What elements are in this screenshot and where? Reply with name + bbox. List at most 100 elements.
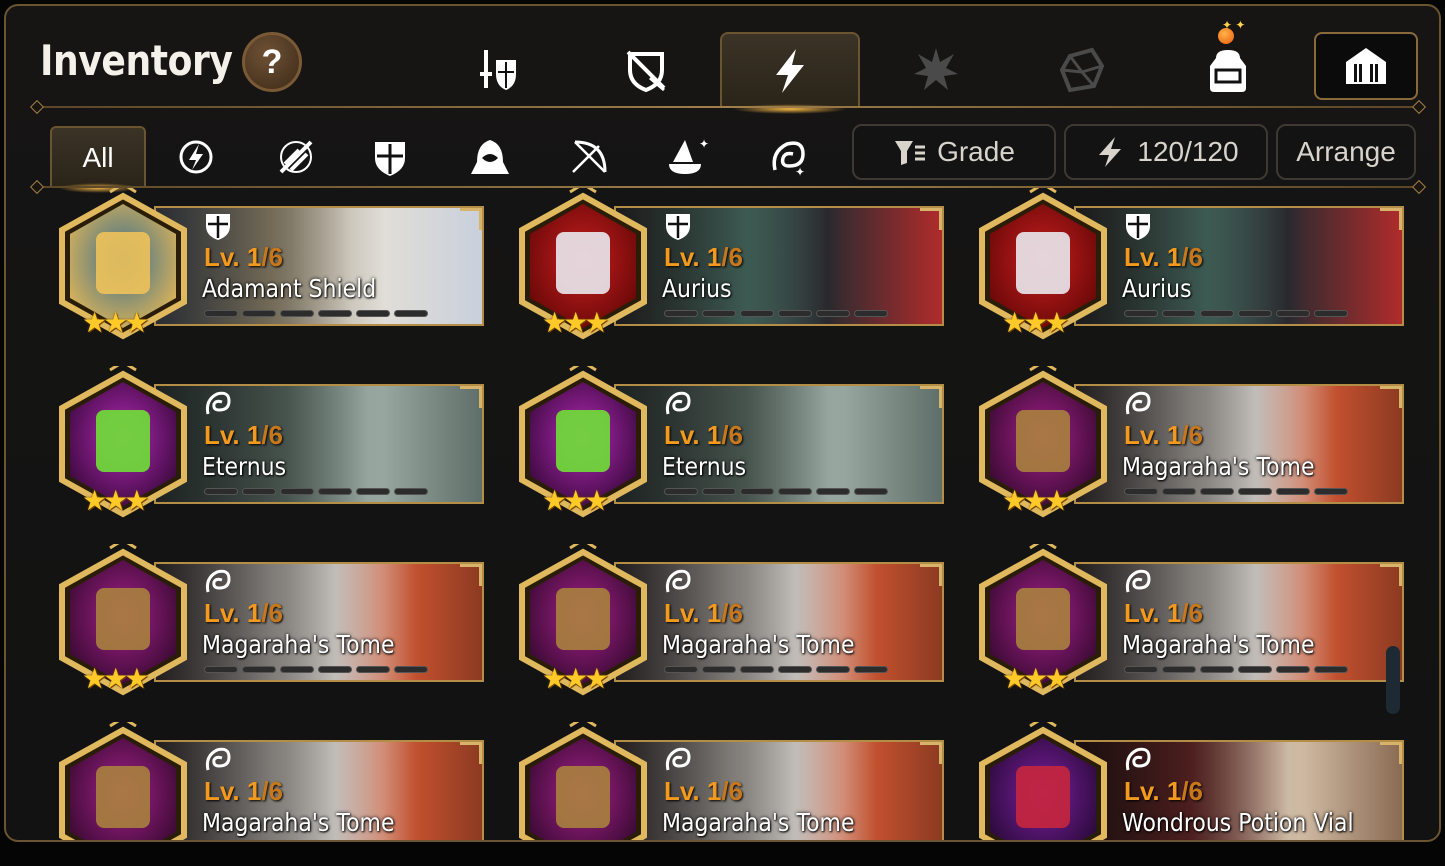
enhance-progress	[664, 310, 888, 317]
item-portrait	[514, 716, 652, 840]
filter-thief[interactable]	[442, 126, 538, 188]
item-card[interactable]: Lv. 1/6 Eternus ★★★	[514, 360, 946, 522]
arrange-button[interactable]: Arrange	[1276, 124, 1416, 180]
item-level: Lv. 1/6	[1124, 242, 1204, 272]
item-card[interactable]: Lv. 1/6 Eternus ★★★	[54, 360, 486, 522]
corner-ornament	[920, 742, 942, 764]
soul-weaver-icon: ✦	[772, 141, 805, 178]
soul-weaver-icon	[665, 391, 691, 415]
tab-artifacts[interactable]	[720, 32, 860, 114]
burst-icon	[914, 48, 958, 90]
enhance-progress	[204, 310, 428, 317]
star-rating: ★★★	[82, 663, 149, 694]
knight-icon	[666, 214, 690, 240]
item-level: Lv. 1/6	[204, 598, 284, 628]
filter-icon	[895, 141, 926, 165]
item-card[interactable]: Lv. 1/6 Magaraha's Tome ★★★	[974, 538, 1406, 700]
capacity-button[interactable]: 120/120	[1064, 124, 1268, 180]
item-card[interactable]: Lv. 1/6 Magaraha's Tome ★★★	[974, 360, 1406, 522]
filter-knight[interactable]	[342, 126, 438, 188]
corner-ornament	[460, 564, 482, 586]
item-level: Lv. 1/6	[664, 776, 744, 806]
item-level: Lv. 1/6	[1124, 420, 1204, 450]
thief-icon	[471, 140, 509, 174]
item-name: Magaraha's Tome	[1122, 630, 1315, 659]
soul-weaver-icon	[205, 391, 231, 415]
item-card[interactable]: Lv. 1/6 Magaraha's Tome ★★★	[54, 716, 486, 840]
scrollbar-thumb[interactable]	[1386, 646, 1400, 714]
filter-ranger[interactable]	[542, 126, 638, 188]
page-title: Inventory	[40, 36, 233, 85]
star-rating: ★★★	[542, 485, 609, 516]
item-level: Lv. 1/6	[1124, 776, 1204, 806]
filter-all[interactable]: All	[50, 126, 146, 193]
soul-weaver-icon	[665, 569, 691, 593]
item-name: Aurius	[662, 274, 732, 303]
enhance-progress	[1124, 488, 1348, 495]
mage-icon: ✦	[669, 137, 709, 174]
corner-ornament	[460, 208, 482, 230]
sparkle-icon: ✦ ✦	[1222, 18, 1246, 32]
item-name: Magaraha's Tome	[202, 630, 395, 659]
item-card[interactable]: Lv. 1/6 Aurius ★★★	[514, 182, 946, 344]
enhance-progress	[204, 488, 428, 495]
item-name: Magaraha's Tome	[662, 808, 855, 837]
corner-ornament	[460, 742, 482, 764]
corner-ornament	[1380, 564, 1402, 586]
item-level: Lv. 1/6	[204, 776, 284, 806]
filter-warrior[interactable]	[248, 126, 344, 188]
storage-button[interactable]	[1314, 32, 1418, 100]
item-name: Aurius	[1122, 274, 1192, 303]
ranger-icon	[572, 140, 607, 173]
soul-weaver-icon	[1125, 747, 1151, 771]
item-name: Magaraha's Tome	[662, 630, 855, 659]
filter-all-classes[interactable]	[148, 126, 244, 188]
corner-ornament	[1380, 208, 1402, 230]
item-card[interactable]: Lv. 1/6 Magaraha's Tome ★★★	[54, 538, 486, 700]
star-rating: ★★★	[542, 840, 605, 842]
crystal-icon	[1059, 47, 1105, 93]
item-card[interactable]: Lv. 1/6 Magaraha's Tome ★★★	[514, 538, 946, 700]
enhance-progress	[1124, 666, 1348, 673]
svg-text:✦: ✦	[699, 137, 709, 151]
soul-weaver-icon	[1125, 391, 1151, 415]
tab-catalysts[interactable]	[1012, 32, 1152, 108]
soul-weaver-icon	[205, 747, 231, 771]
knight-icon	[1126, 214, 1150, 240]
item-card[interactable]: Lv. 1/6 Adamant Shield ★★★	[54, 182, 486, 344]
crossed-shield-icon	[626, 50, 666, 93]
item-card[interactable]: Lv. 1/6 Wondrous Potion Vial ★★★	[974, 716, 1406, 842]
item-level: Lv. 1/6	[664, 420, 744, 450]
star-rating: ★★★	[82, 307, 149, 338]
capacity-label: 120/120	[1137, 136, 1239, 167]
item-name: Magaraha's Tome	[1122, 452, 1315, 481]
star-rating: ★★★	[1002, 485, 1069, 516]
item-portrait	[54, 716, 192, 840]
enhance-progress	[664, 666, 888, 673]
star-rating: ★★★	[1002, 840, 1065, 842]
lightning-icon	[776, 49, 804, 93]
filter-soul-weaver[interactable]: ✦	[740, 126, 836, 188]
item-level: Lv. 1/6	[664, 598, 744, 628]
tab-special-gear[interactable]	[576, 32, 716, 108]
sword-shield-icon	[480, 50, 516, 90]
inventory-window: Inventory ? ✦ ✦ All ✦ ✦ Grade 120/120 Ar…	[4, 4, 1441, 842]
star-rating: ★★★	[542, 307, 609, 338]
filter-mage[interactable]: ✦	[640, 126, 736, 188]
tab-equipment[interactable]	[428, 32, 568, 108]
item-level: Lv. 1/6	[204, 420, 284, 450]
item-name: Adamant Shield	[202, 274, 377, 303]
item-portrait	[974, 716, 1112, 840]
corner-ornament	[920, 564, 942, 586]
tab-materials[interactable]	[866, 32, 1006, 108]
enhance-progress	[664, 488, 888, 495]
arrange-label: Arrange	[1296, 136, 1396, 167]
item-level: Lv. 1/6	[664, 242, 744, 272]
grade-sort-button[interactable]: Grade	[852, 124, 1056, 180]
item-card[interactable]: Lv. 1/6 Aurius ★★★	[974, 182, 1406, 344]
corner-ornament	[1380, 742, 1402, 764]
help-button[interactable]: ?	[242, 32, 302, 92]
item-level: Lv. 1/6	[204, 242, 284, 272]
item-card[interactable]: Lv. 1/6 Magaraha's Tome ★★★	[514, 716, 946, 842]
warrior-icon	[279, 140, 313, 174]
